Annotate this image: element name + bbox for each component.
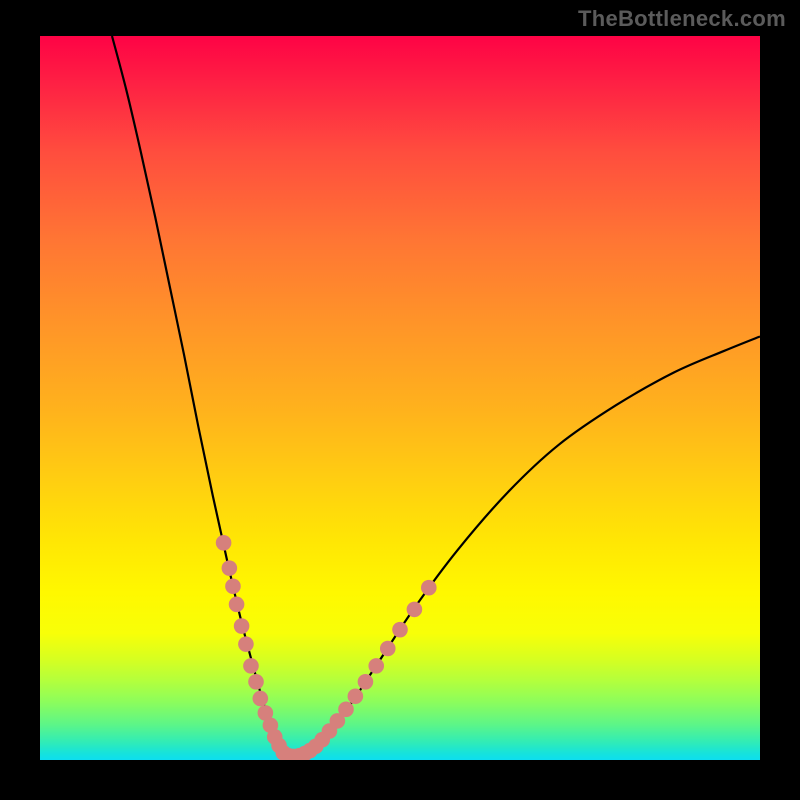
data-marker — [229, 597, 245, 613]
data-marker — [368, 658, 384, 674]
data-marker — [421, 580, 437, 596]
data-marker — [338, 702, 354, 718]
data-marker — [225, 578, 241, 594]
data-marker — [380, 641, 396, 657]
data-marker — [216, 535, 232, 551]
data-marker — [253, 691, 269, 707]
watermark-label: TheBottleneck.com — [578, 6, 786, 32]
data-marker — [392, 622, 408, 638]
data-marker — [358, 674, 374, 690]
data-marker — [238, 636, 254, 652]
bottleneck-curve — [112, 36, 760, 757]
data-marker — [248, 674, 264, 690]
chart-svg — [40, 36, 760, 760]
data-marker — [234, 618, 250, 634]
data-marker — [348, 688, 364, 704]
data-marker — [407, 602, 423, 618]
plot-area — [40, 36, 760, 760]
data-marker — [222, 560, 238, 576]
data-marker — [243, 658, 259, 674]
chart-frame: TheBottleneck.com — [0, 0, 800, 800]
marker-group — [216, 535, 437, 760]
